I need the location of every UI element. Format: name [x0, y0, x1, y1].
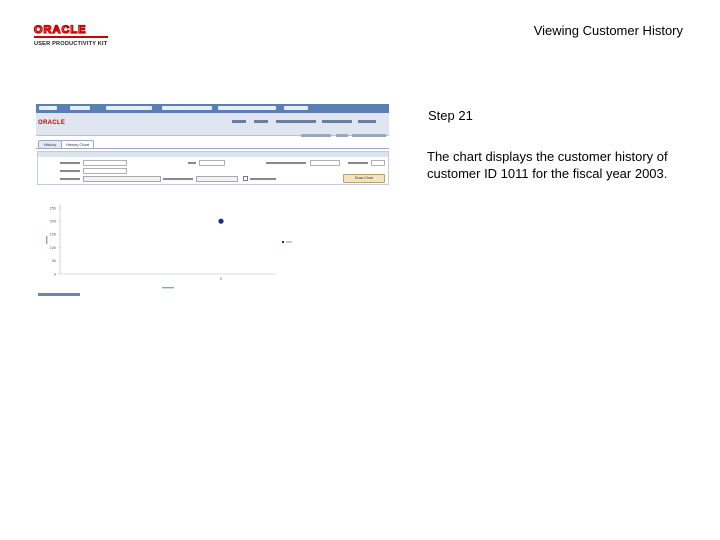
breadcrumb-bar — [36, 104, 389, 113]
breadcrumb-item[interactable] — [218, 106, 276, 110]
field-label — [266, 162, 306, 164]
tab-history-chart[interactable]: History Chart — [61, 140, 94, 148]
panel-header — [38, 152, 388, 157]
sign-out-link[interactable] — [358, 120, 376, 123]
footer-link[interactable] — [38, 293, 80, 296]
chart-selector-dropdown[interactable] — [196, 176, 238, 182]
field-label — [348, 162, 368, 164]
history-chart: 250 200 150 100 50 0 0 — [46, 204, 292, 289]
field-label — [60, 178, 80, 180]
legend-entry — [286, 241, 292, 243]
tab-divider — [36, 148, 389, 149]
oracle-upk-logo: ORACLE USER PRODUCTIVITY KIT — [33, 23, 126, 47]
y-tick-label: 250 — [50, 206, 56, 210]
field-label — [60, 170, 80, 172]
x-tick-label: 0 — [220, 277, 222, 281]
draw-chart-button[interactable]: Draw Chart — [343, 174, 385, 183]
oracle-logo-wordmark: ORACLE — [33, 23, 108, 38]
business-unit-field[interactable] — [310, 160, 340, 166]
show-balance-checkbox[interactable] — [243, 176, 248, 181]
data-point — [218, 218, 224, 224]
worklist-link[interactable] — [254, 120, 268, 123]
tab-history[interactable]: History — [38, 140, 62, 148]
y-tick-label: 100 — [50, 246, 56, 250]
breadcrumb-item[interactable] — [70, 106, 90, 110]
chart-options-panel: Draw Chart — [37, 151, 389, 185]
y-axis-title — [46, 236, 48, 244]
breadcrumb-item[interactable] — [162, 106, 212, 110]
app-logo: ORACLE — [38, 120, 66, 126]
new-window-link[interactable] — [301, 134, 331, 137]
y-tick-label: 200 — [50, 220, 56, 224]
y-tick-label: 0 — [54, 272, 56, 276]
chart-type-dropdown[interactable] — [83, 176, 161, 182]
add-to-favorites-link[interactable] — [322, 120, 352, 123]
y-tick-label: 150 — [50, 233, 56, 237]
step-description: The chart displays the customer history … — [427, 149, 668, 181]
legend-marker — [282, 241, 284, 243]
x-axis-title — [162, 287, 174, 289]
help-link[interactable] — [336, 134, 348, 137]
app-screenshot: ORACLE History History Chart Draw Chart … — [36, 104, 389, 302]
step-label: Step 21 — [428, 108, 473, 123]
customer-field[interactable] — [83, 168, 127, 174]
breadcrumb-item[interactable] — [39, 106, 57, 110]
setid-field[interactable] — [83, 160, 127, 166]
field-label — [250, 178, 276, 180]
field-label — [188, 162, 196, 164]
breadcrumb-item[interactable] — [106, 106, 152, 110]
field-label — [60, 162, 80, 164]
logo-subtitle: USER PRODUCTIVITY KIT — [34, 41, 108, 47]
y-tick-label: 50 — [52, 259, 56, 263]
oracle-logo-text: ORACLE — [33, 23, 87, 36]
unit-field[interactable] — [199, 160, 225, 166]
fiscal-year-field[interactable] — [371, 160, 385, 166]
field-label — [163, 178, 193, 180]
home-link[interactable] — [232, 120, 246, 123]
breadcrumb-item[interactable] — [284, 106, 308, 110]
app-header — [36, 113, 389, 136]
page-title: Viewing Customer History — [533, 23, 683, 38]
performance-trace-link[interactable] — [276, 120, 316, 123]
customize-page-link[interactable] — [352, 134, 386, 137]
